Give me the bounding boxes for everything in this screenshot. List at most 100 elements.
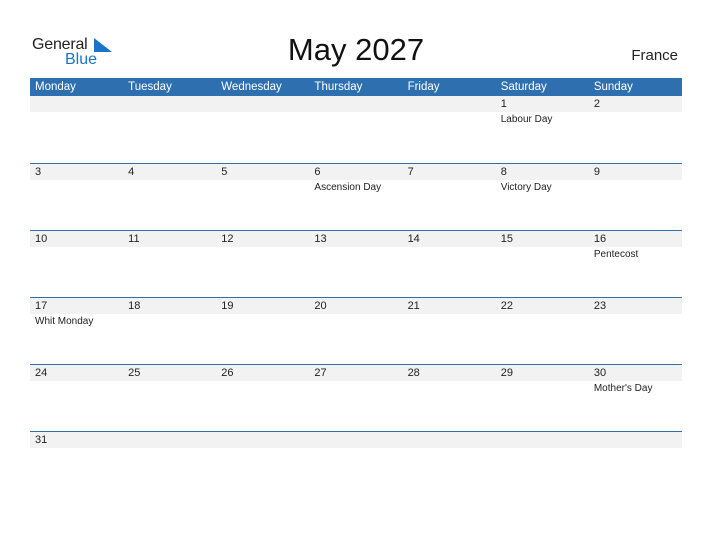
holiday-label [123,247,216,262]
day-number: 7 [407,166,414,178]
day-number: 14 [407,233,420,245]
day-number: 20 [314,300,327,312]
weekday-tuesday: Tuesday [128,81,172,93]
day-numbers-row: 12 [30,96,682,112]
week-row: 31 [30,431,682,498]
events-row [30,448,682,449]
holiday-label [589,180,682,195]
holiday-label [403,448,496,449]
day-number: 25 [128,367,141,379]
day-numbers-row: 10 11 12 13 14 15 16 [30,231,682,247]
week-row: 24 25 26 27 28 29 30 Mother's Day [30,364,682,431]
holiday-label [403,112,496,127]
day-numbers-row: 24 25 26 27 28 29 30 [30,365,682,381]
day-number: 13 [314,233,327,245]
day-number: 26 [221,367,234,379]
holiday-label [123,381,216,396]
day-number: 22 [500,300,513,312]
day-number: 18 [128,300,141,312]
events-row: Ascension Day Victory Day [30,180,682,195]
events-row: Mother's Day [30,381,682,396]
day-number: 5 [221,166,228,178]
day-number [309,96,402,112]
weekday-wednesday: Wednesday [221,81,282,93]
holiday-label [216,314,309,329]
week-row: 10 11 12 13 14 15 16 Pentecost [30,230,682,297]
holiday-label: Labour Day [500,114,553,125]
day-number: 10 [35,233,48,245]
holiday-label [589,112,682,127]
day-number [496,432,589,448]
holiday-label [30,112,123,127]
holiday-label [216,112,309,127]
day-numbers-row: 17 18 19 20 21 22 23 [30,298,682,314]
holiday-label [309,247,402,262]
holiday-label [496,448,589,449]
day-number: 19 [221,300,234,312]
day-number: 23 [593,300,607,312]
holiday-label [589,314,682,329]
day-number: 8 [500,166,507,178]
day-number [216,432,309,448]
holiday-label [309,381,402,396]
weekday-saturday: Saturday [500,81,547,93]
day-number: 17 [35,300,48,312]
day-number [309,432,402,448]
country-label: France [631,47,678,64]
holiday-label [30,381,123,396]
day-number: 11 [128,233,140,245]
day-number: 16 [593,233,607,245]
day-numbers-row: 3 4 5 6 7 8 9 [30,164,682,180]
events-row: Labour Day [30,112,682,127]
holiday-label [403,247,496,262]
holiday-label [496,381,589,396]
day-number: 4 [128,166,135,178]
day-number: 31 [35,434,48,446]
day-number: 12 [221,233,234,245]
weekday-friday: Friday [407,81,440,93]
day-number [123,96,216,112]
day-number [403,432,496,448]
week-row: 3 4 5 6 7 8 9 Ascension Day Victory Day [30,163,682,230]
day-number: 24 [35,367,48,379]
holiday-label [309,314,402,329]
holiday-label: Whit Monday [35,316,94,327]
holiday-label [403,314,496,329]
week-row: 1 2 Labour Day [30,96,682,163]
holiday-label [403,180,496,195]
holiday-label: Mother's Day [593,383,653,394]
day-number [589,432,682,448]
holiday-label [123,112,216,127]
day-number [123,432,216,448]
day-number: 29 [500,367,513,379]
day-numbers-row: 31 [30,432,682,448]
weekday-header: Monday Tuesday Wednesday Thursday Friday… [30,78,682,96]
holiday-label [216,381,309,396]
holiday-label: Ascension Day [314,182,382,193]
holiday-label [496,247,589,262]
day-number: 27 [314,367,327,379]
holiday-label [123,314,216,329]
holiday-label [123,180,216,195]
holiday-label [30,448,123,449]
day-number: 2 [593,98,600,110]
day-number: 28 [407,367,420,379]
weekday-sunday: Sunday [593,81,633,93]
holiday-label [216,180,309,195]
day-number: 15 [500,233,513,245]
day-number [30,96,123,112]
calendar-title: May 2027 [287,32,425,67]
day-number: 9 [593,166,600,178]
holiday-label [216,448,309,449]
day-number: 1 [500,98,507,110]
holiday-label [309,112,402,127]
day-number [403,96,496,112]
day-number [216,96,309,112]
holiday-label [589,448,682,449]
calendar-grid: Monday Tuesday Wednesday Thursday Friday… [30,78,682,498]
day-number: 30 [593,367,607,379]
holiday-label [30,247,123,262]
holiday-label [30,180,123,195]
holiday-label [216,247,309,262]
day-number: 21 [407,300,420,312]
